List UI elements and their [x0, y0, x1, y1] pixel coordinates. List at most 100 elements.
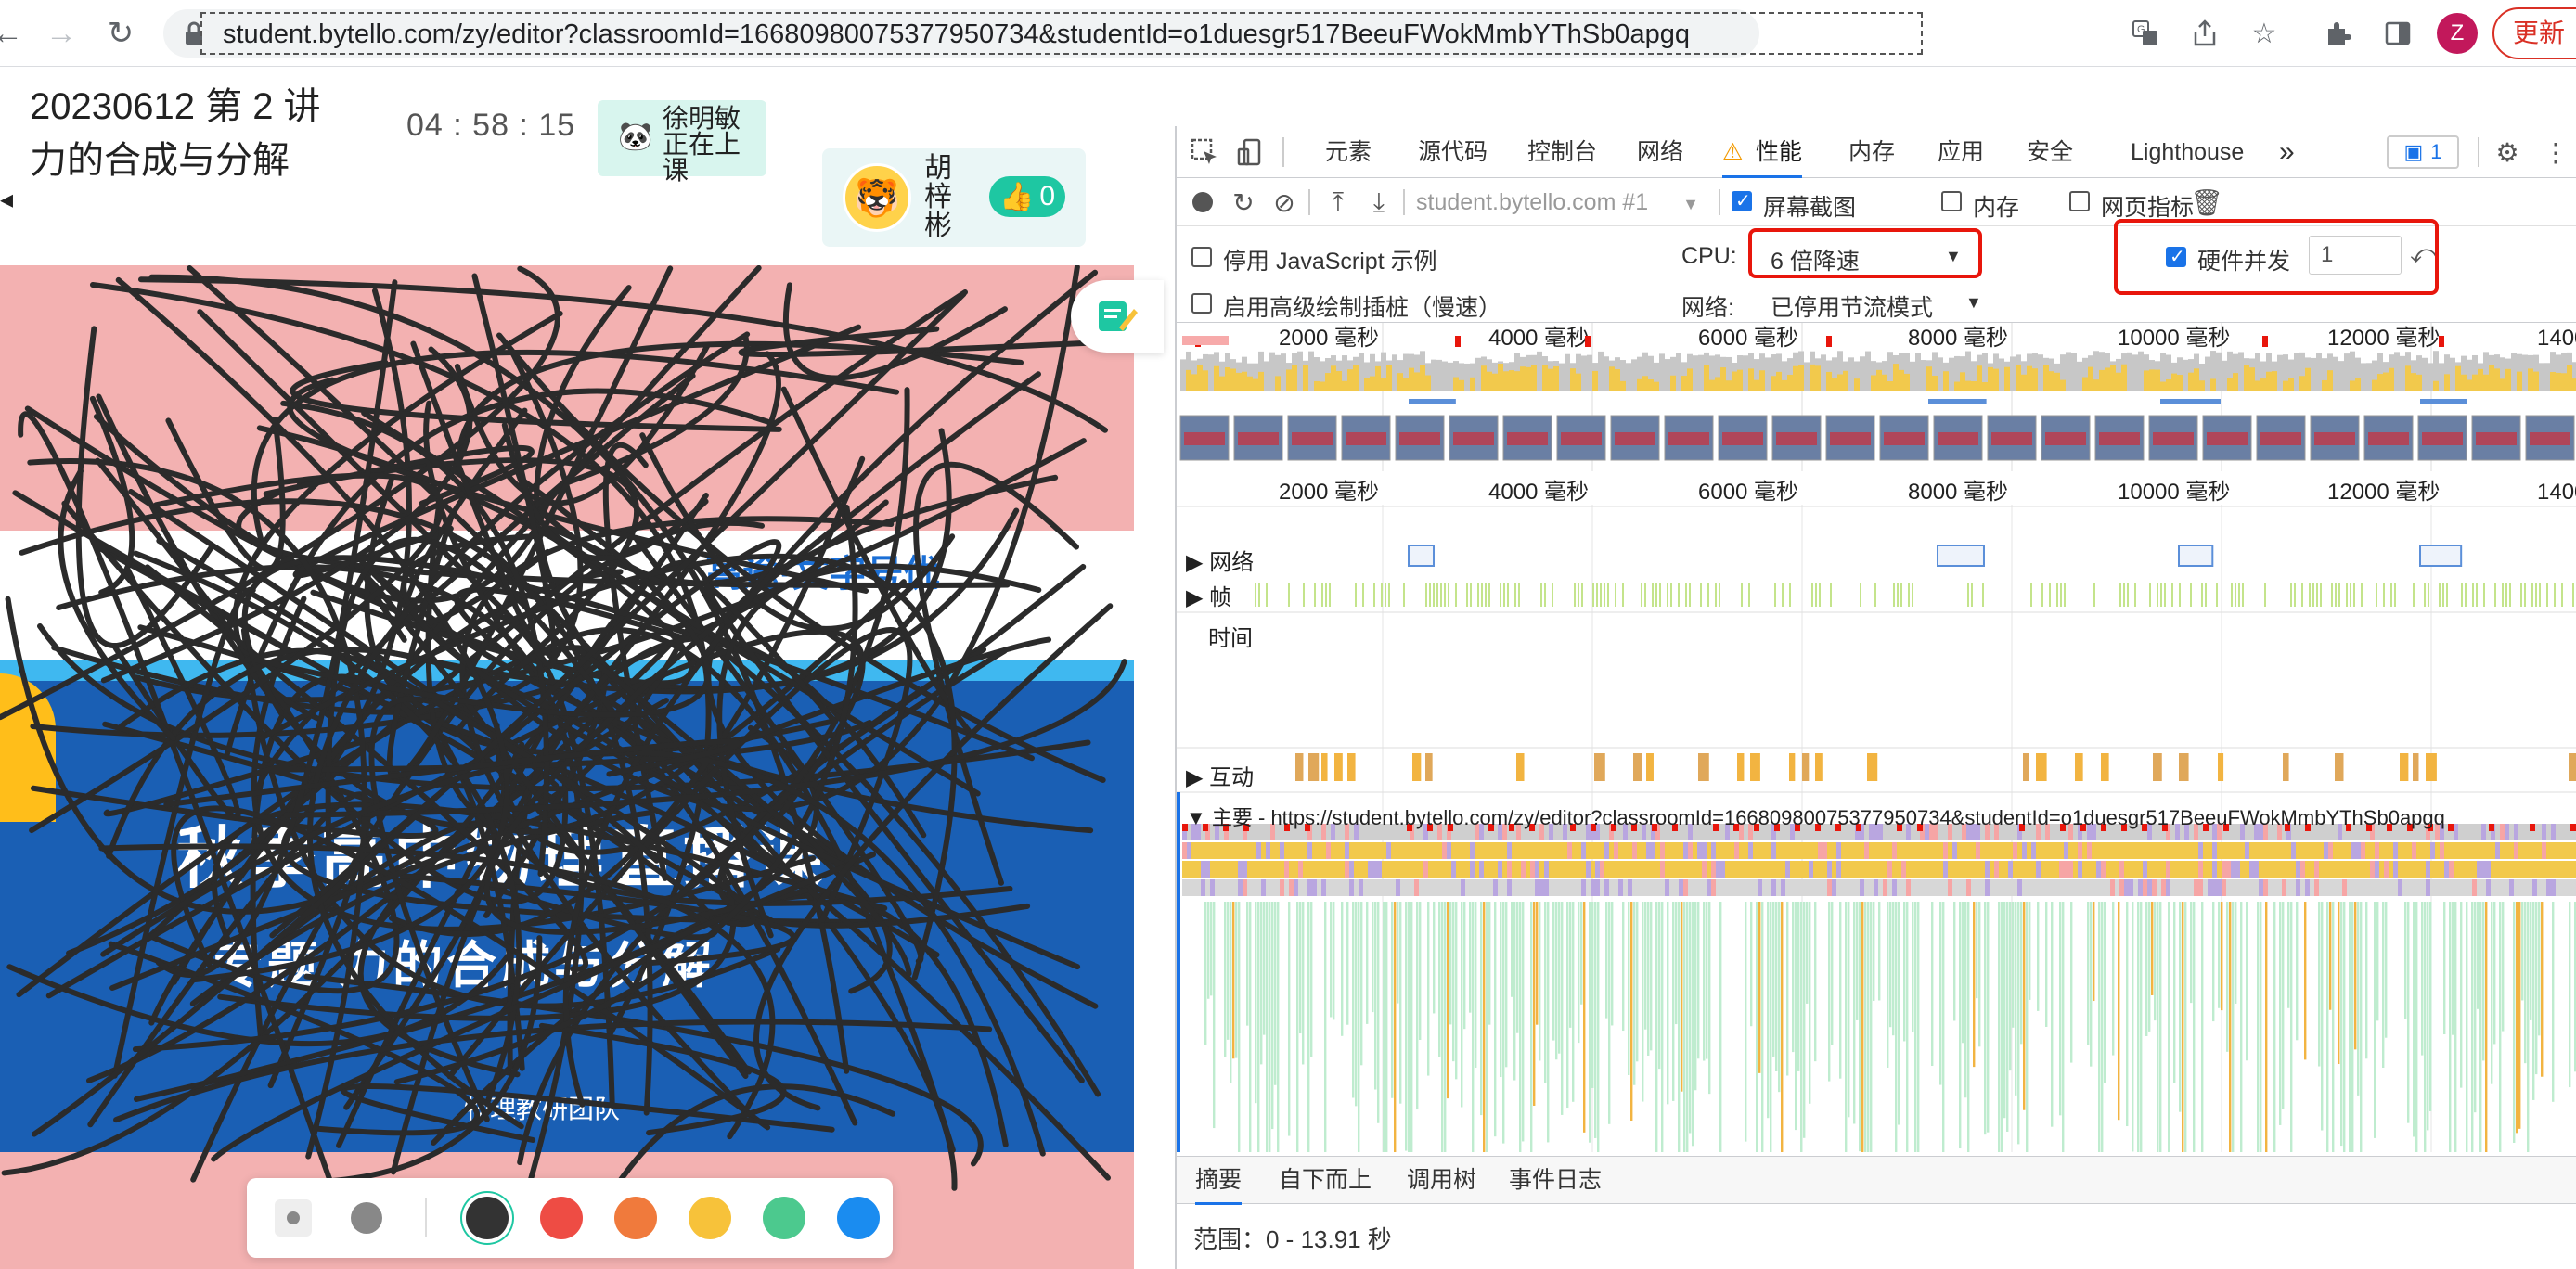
tab-lighthouse[interactable]: Lighthouse — [2131, 126, 2244, 178]
forward-icon[interactable]: → — [41, 13, 82, 54]
color-swatch-5[interactable] — [763, 1197, 805, 1239]
main-thread-slice — [1563, 842, 1567, 859]
network-throttle-select[interactable]: 已停用节流模式 ▼ — [1771, 289, 1982, 323]
kebab-menu-icon[interactable]: ⋮ — [2539, 135, 2572, 169]
cpu-overview-scripting — [1609, 366, 1615, 391]
main-thread-slice — [1243, 861, 1247, 878]
filmstrip-frame-detail — [1668, 432, 1709, 445]
record-icon[interactable] — [1186, 186, 1219, 219]
share-icon[interactable] — [2186, 15, 2223, 52]
cpu-overview-scripting — [1871, 375, 1876, 391]
issues-count: 1 — [2430, 140, 2442, 163]
color-swatch-1[interactable] — [466, 1197, 509, 1239]
reload-icon[interactable]: ↻ — [100, 13, 141, 54]
color-swatch-2[interactable] — [540, 1197, 583, 1239]
profile-avatar[interactable]: Z — [2437, 13, 2478, 54]
performance-timeline[interactable]: 2000 毫秒 4000 毫秒 6000 毫秒 8000 毫秒 10000 毫秒 1200… — [1177, 323, 2576, 1152]
cpu-overview-scripting — [1375, 365, 1381, 391]
update-button[interactable]: 更新 — [2492, 7, 2576, 59]
advanced-paint-checkbox[interactable] — [1191, 293, 1212, 314]
tab-application[interactable]: 应用 — [1938, 126, 1984, 178]
main-thread-slice — [1331, 861, 1335, 878]
web-vitals-checkbox[interactable] — [2069, 191, 2090, 212]
issues-badge[interactable]: ▣ 1 — [2387, 135, 2459, 169]
tab-performance[interactable]: ⚠ 性能 — [1722, 126, 1803, 178]
main-thread-slice — [2170, 861, 2175, 878]
extensions-icon[interactable] — [2320, 15, 2357, 52]
frame-bar — [1500, 583, 1501, 607]
like-counter[interactable]: 👍 0 — [989, 176, 1065, 217]
reload-record-icon[interactable]: ↻ — [1227, 186, 1260, 219]
main-thread-slice — [2152, 861, 2157, 878]
pen-size-large[interactable] — [351, 1202, 382, 1234]
main-thread-slice — [1999, 842, 2003, 859]
track-main[interactable]: ▼ 主要 - https://student.bytello.com/zy/ed… — [1186, 801, 2445, 831]
track-interactions[interactable]: ▶ 互动 — [1186, 759, 1254, 791]
track-frames[interactable]: ▶ 帧 — [1186, 579, 1231, 611]
main-thread-slice — [2226, 861, 2231, 878]
back-icon[interactable]: ← — [0, 13, 28, 54]
main-thread-slice — [2203, 842, 2208, 859]
tab-event-log[interactable]: 事件日志 — [1509, 1157, 1602, 1205]
frame-bar — [2205, 583, 2207, 607]
tab-sources[interactable]: 源代码 — [1418, 126, 1488, 178]
cpu-overview-scripting — [1815, 365, 1821, 391]
overview-tick-label: 4000 毫秒 — [1488, 326, 1589, 351]
translate-icon[interactable]: G — [2127, 15, 2164, 52]
main-thread-slice — [1219, 879, 1224, 896]
tab-elements[interactable]: 元素 — [1325, 126, 1372, 178]
load-profile-icon[interactable]: ⤒ — [1321, 186, 1355, 219]
tab-call-tree[interactable]: 调用树 — [1407, 1157, 1476, 1205]
tab-memory[interactable]: 内存 — [1848, 126, 1895, 178]
tab-bottom-up[interactable]: 自下而上 — [1279, 1157, 1372, 1205]
main-thread-slice — [2235, 842, 2240, 859]
main-thread-detail — [2182, 902, 2184, 1152]
device-toolbar-icon[interactable] — [1234, 135, 1268, 169]
main-thread-slice — [1382, 879, 1386, 896]
memory-checkbox[interactable] — [1941, 191, 1962, 212]
color-swatch-3[interactable] — [614, 1197, 657, 1239]
side-panel-icon[interactable] — [2379, 15, 2416, 52]
main-thread-slice — [1581, 861, 1586, 878]
collapse-left-icon[interactable]: ◂ — [0, 184, 13, 214]
main-thread-slice — [1795, 842, 1799, 859]
main-thread-slice — [1405, 879, 1410, 896]
tab-security[interactable]: 安全 — [2027, 126, 2073, 178]
disable-js-samples-checkbox[interactable] — [1191, 247, 1212, 267]
main-thread-detail — [1597, 902, 1600, 1152]
more-tabs-icon[interactable]: » — [2279, 126, 2295, 178]
trash-icon[interactable]: 🗑 — [2190, 186, 2223, 219]
frame-bar — [2164, 583, 2166, 607]
tab-network[interactable]: 网络 — [1637, 126, 1683, 178]
cpu-overview-scripting — [2567, 365, 2572, 391]
clear-icon[interactable]: ⊘ — [1268, 186, 1301, 219]
url-text[interactable]: student.bytello.com/zy/editor?classroomI… — [200, 12, 1923, 55]
main-thread-slice — [2351, 879, 2356, 896]
color-swatch-6[interactable] — [837, 1197, 880, 1239]
recording-target-select[interactable]: student.bytello.com #1 ▼ — [1416, 189, 1699, 216]
main-thread-slice — [1261, 861, 1266, 878]
main-thread-detail — [2235, 902, 2237, 1004]
tab-console[interactable]: 控制台 — [1527, 126, 1597, 178]
main-thread-detail — [1410, 902, 1413, 1152]
inspect-element-icon[interactable] — [1188, 135, 1221, 169]
main-thread-slice — [2402, 842, 2407, 859]
main-thread-detail — [2112, 902, 2115, 1056]
track-network[interactable]: ▶ 网络 — [1186, 544, 1254, 576]
tab-summary[interactable]: 摘要 — [1195, 1157, 1243, 1205]
bookmark-star-icon[interactable]: ☆ — [2246, 15, 2283, 52]
main-thread-detail — [1917, 902, 1920, 1152]
pen-size-small[interactable] — [275, 1199, 312, 1237]
screenshots-checkbox[interactable] — [1732, 189, 1752, 212]
main-thread-slice — [1655, 861, 1660, 878]
color-swatch-4[interactable] — [689, 1197, 731, 1239]
address-bar[interactable]: student.bytello.com/zy/editor?classroomI… — [163, 9, 1923, 58]
cpu-overview-scripting — [2455, 365, 2461, 391]
notes-tool-button[interactable] — [1071, 280, 1164, 352]
save-profile-icon[interactable]: ⤓ — [1362, 186, 1396, 219]
main-thread-slice — [1725, 861, 1730, 878]
main-thread-slice — [1887, 879, 1892, 896]
cpu-overview-bar — [2450, 357, 2455, 391]
settings-gear-icon[interactable]: ⚙ — [2491, 135, 2524, 169]
main-thread-slice — [1191, 861, 1196, 878]
